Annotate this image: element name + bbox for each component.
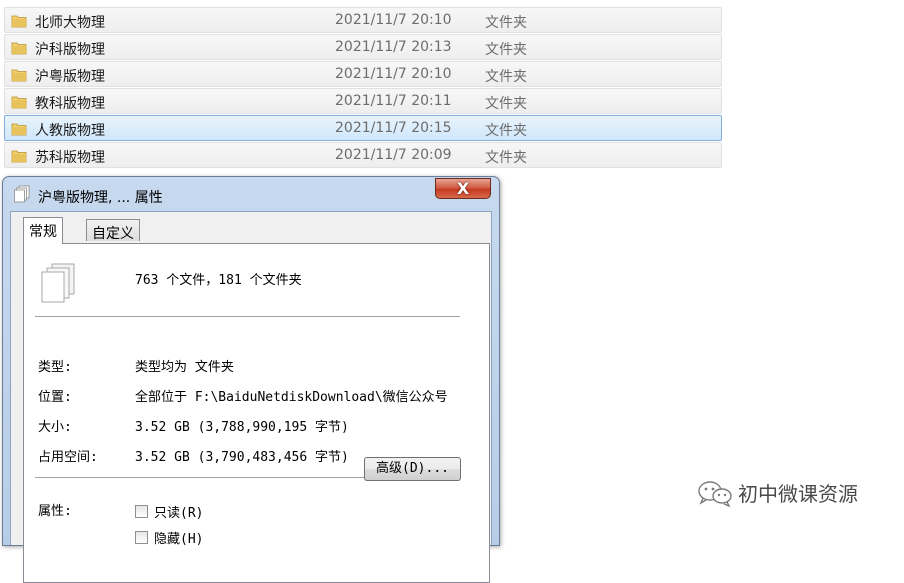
- dialog-body: 常规 自定义 763 个文件，181 个文件夹 类型: 类型均为 文件夹 位置:…: [10, 211, 492, 583]
- folder-icon: [11, 123, 27, 136]
- file-type: 文件夹: [485, 42, 527, 58]
- file-type: 文件夹: [485, 150, 527, 166]
- hidden-checkbox[interactable]: [135, 531, 148, 544]
- folder-icon: [11, 15, 27, 28]
- file-name: 人教版物理: [35, 123, 105, 139]
- folder-icon: [11, 150, 27, 163]
- file-list: 北师大物理 2021/11/7 20:10 文件夹 沪科版物理 2021/11/…: [4, 7, 722, 169]
- file-count-summary: 763 个文件，181 个文件夹: [135, 273, 302, 288]
- type-value: 类型均为 文件夹: [135, 360, 234, 375]
- readonly-checkbox-row[interactable]: 只读(R): [135, 502, 203, 521]
- advanced-button[interactable]: 高级(D)...: [364, 457, 461, 481]
- separator: [35, 316, 460, 317]
- folder-icon: [11, 42, 27, 55]
- folder-icon: [11, 69, 27, 82]
- attributes-label: 属性:: [38, 504, 72, 519]
- close-icon: X: [456, 179, 470, 198]
- properties-dialog: 沪粤版物理, ... 属性 X 常规 自定义 763 个文件，181 个文件夹 …: [2, 176, 500, 583]
- tab-general[interactable]: 常规: [23, 217, 63, 244]
- readonly-label: 只读(R): [154, 506, 204, 521]
- tab-custom[interactable]: 自定义: [86, 219, 140, 242]
- close-button[interactable]: X: [435, 178, 491, 199]
- file-row[interactable]: 教科版物理 2021/11/7 20:11 文件夹: [4, 88, 722, 114]
- dialog-title: 沪粤版物理, ... 属性: [38, 190, 163, 206]
- file-name: 苏科版物理: [35, 150, 105, 166]
- file-date: 2021/11/7 20:13: [335, 39, 452, 55]
- file-name: 教科版物理: [35, 96, 105, 112]
- file-type: 文件夹: [485, 96, 527, 112]
- file-row[interactable]: 人教版物理 2021/11/7 20:15 文件夹: [4, 115, 722, 141]
- file-type: 文件夹: [485, 69, 527, 85]
- file-row[interactable]: 北师大物理 2021/11/7 20:10 文件夹: [4, 7, 722, 33]
- file-type: 文件夹: [485, 123, 527, 139]
- file-name: 北师大物理: [35, 15, 105, 31]
- file-date: 2021/11/7 20:10: [335, 12, 452, 28]
- file-row[interactable]: 沪科版物理 2021/11/7 20:13 文件夹: [4, 34, 722, 60]
- file-row[interactable]: 沪粤版物理 2021/11/7 20:10 文件夹: [4, 61, 722, 87]
- file-date: 2021/11/7 20:09: [335, 147, 452, 163]
- watermark-text: 初中微课资源: [738, 482, 858, 506]
- hidden-checkbox-row[interactable]: 隐藏(H): [135, 528, 203, 547]
- file-row[interactable]: 苏科版物理 2021/11/7 20:09 文件夹: [4, 142, 722, 168]
- location-value: 全部位于 F:\BaiduNetdiskDownload\微信公众号: [135, 390, 448, 405]
- file-type: 文件夹: [485, 15, 527, 31]
- file-name: 沪粤版物理: [35, 69, 105, 85]
- folder-icon: [11, 96, 27, 109]
- watermark: 初中微课资源: [696, 478, 858, 507]
- file-name: 沪科版物理: [35, 42, 105, 58]
- file-date: 2021/11/7 20:10: [335, 66, 452, 82]
- file-date: 2021/11/7 20:15: [335, 120, 452, 136]
- multiple-files-icon: [41, 263, 75, 303]
- type-label: 类型:: [38, 360, 72, 375]
- size-label: 大小:: [38, 420, 72, 435]
- folders-icon: [14, 185, 30, 203]
- size-value: 3.52 GB (3,788,990,195 字节): [135, 420, 349, 435]
- tab-panel-general: 763 个文件，181 个文件夹 类型: 类型均为 文件夹 位置: 全部位于 F…: [23, 243, 490, 583]
- location-label: 位置:: [38, 390, 72, 405]
- size-on-disk-label: 占用空间:: [38, 450, 98, 465]
- wechat-icon: [698, 480, 732, 507]
- file-date: 2021/11/7 20:11: [335, 93, 452, 109]
- hidden-label: 隐藏(H): [154, 532, 204, 547]
- readonly-checkbox[interactable]: [135, 505, 148, 518]
